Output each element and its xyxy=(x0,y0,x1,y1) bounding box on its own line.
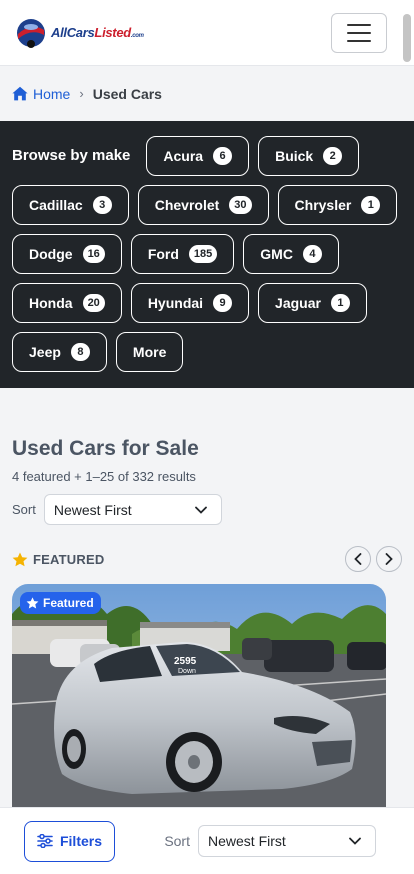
bottom-sort-select[interactable]: Newest First xyxy=(198,825,376,857)
make-filter-honda[interactable]: Honda 20 xyxy=(12,283,122,323)
more-makes-button[interactable]: More xyxy=(115,332,184,372)
make-label: Honda xyxy=(29,295,73,311)
chevron-down-icon xyxy=(349,837,361,845)
make-count-badge: 1 xyxy=(361,196,381,214)
results-count: 4 featured + 1–25 of 332 results xyxy=(12,469,196,484)
make-count-badge: 16 xyxy=(82,245,105,263)
make-label: Chevrolet xyxy=(154,197,220,213)
bottom-sort: Sort Newest First xyxy=(164,825,376,857)
make-count-badge: 3 xyxy=(92,196,112,214)
hamburger-menu-button[interactable] xyxy=(331,12,387,53)
chevron-left-icon xyxy=(354,553,362,565)
sort-select[interactable]: Newest First xyxy=(43,494,222,525)
browse-by-make-section: Browse by make Acura 6 Buick 2 Cadillac 3 C… xyxy=(0,121,414,388)
chevron-down-icon xyxy=(194,506,207,514)
sort-row: Sort Newest First xyxy=(12,494,402,525)
make-label: Dodge xyxy=(29,246,73,262)
make-filter-acura[interactable]: Acura 6 xyxy=(146,136,250,176)
make-filter-dodge[interactable]: Dodge 16 xyxy=(12,234,122,274)
make-label: Ford xyxy=(147,246,179,262)
make-filter-cadillac[interactable]: Cadillac 3 xyxy=(12,185,129,225)
make-count-badge: 20 xyxy=(82,294,105,312)
carousel-next-button[interactable] xyxy=(376,546,402,572)
menu-line xyxy=(347,31,371,34)
make-label: Jeep xyxy=(29,344,61,360)
featured-heading-label: FEATURED xyxy=(33,551,105,567)
make-label: Acura xyxy=(163,148,204,164)
chevron-right-icon xyxy=(385,553,393,565)
make-label: GMC xyxy=(260,246,293,262)
make-count-badge: 185 xyxy=(188,245,218,263)
site-logo[interactable]: AllCarsListed.com xyxy=(14,16,144,50)
logo-globe-icon xyxy=(17,18,45,48)
make-count-badge: 9 xyxy=(213,294,233,312)
browse-by-make-title: Browse by make xyxy=(12,147,131,164)
filters-button[interactable]: Filters xyxy=(24,820,115,862)
filters-label: Filters xyxy=(59,833,102,849)
breadcrumb-home-label: Home xyxy=(33,85,71,102)
breadcrumb-separator: › xyxy=(79,86,84,101)
windshield-down-text: Down xyxy=(178,668,196,675)
bottom-sort-label: Sort xyxy=(164,833,190,849)
featured-listing-card[interactable]: 2595 Down Featured xyxy=(12,584,386,824)
make-label: Cadillac xyxy=(29,197,83,213)
sliders-icon xyxy=(37,834,53,848)
carousel-nav xyxy=(345,546,402,572)
make-filter-jeep[interactable]: Jeep 8 xyxy=(12,332,107,372)
make-filter-ford[interactable]: Ford 185 xyxy=(130,234,235,274)
site-header: AllCarsListed.com xyxy=(0,0,414,66)
featured-badge-label: Featured xyxy=(43,596,94,610)
make-filter-hyundai[interactable]: Hyundai 9 xyxy=(130,283,250,323)
menu-line xyxy=(347,39,371,42)
make-filter-gmc[interactable]: GMC 4 xyxy=(243,234,339,274)
breadcrumb: Home › Used Cars xyxy=(0,66,414,121)
more-label: More xyxy=(132,344,167,360)
carousel-prev-button[interactable] xyxy=(345,546,371,572)
results-section: Used Cars for Sale 4 featured + 1–25 of … xyxy=(0,437,414,824)
windshield-price-text: 2595 xyxy=(174,656,197,667)
make-label: Buick xyxy=(275,148,314,164)
make-filter-buick[interactable]: Buick 2 xyxy=(258,136,360,176)
make-count-badge: 6 xyxy=(213,147,233,165)
sort-label: Sort xyxy=(12,502,36,517)
star-icon xyxy=(26,597,39,609)
car-photo: 2595 Down xyxy=(12,584,386,824)
breadcrumb-home-link[interactable]: Home xyxy=(12,86,70,102)
make-count-badge: 8 xyxy=(70,343,90,361)
bottom-sort-value: Newest First xyxy=(208,833,286,849)
menu-line xyxy=(347,23,371,26)
make-label: Jaguar xyxy=(275,295,321,311)
featured-heading: FEATURED xyxy=(12,552,104,567)
make-count-badge: 1 xyxy=(330,294,350,312)
make-count-badge: 2 xyxy=(323,147,343,165)
home-icon xyxy=(12,86,28,101)
make-count-badge: 30 xyxy=(229,196,252,214)
scrollbar-thumb[interactable] xyxy=(403,14,411,62)
breadcrumb-current: Used Cars xyxy=(92,85,162,102)
make-count-badge: 4 xyxy=(302,245,322,263)
make-filter-chrysler[interactable]: Chrysler 1 xyxy=(277,185,398,225)
make-filter-jaguar[interactable]: Jaguar 1 xyxy=(258,283,367,323)
sort-select-value: Newest First xyxy=(53,501,132,518)
featured-badge: Featured xyxy=(20,592,101,614)
logo-text: AllCarsListed.com xyxy=(51,25,144,40)
make-label: Hyundai xyxy=(147,295,204,311)
bottom-action-bar: Filters Sort Newest First xyxy=(0,807,414,874)
featured-header: FEATURED xyxy=(12,546,402,572)
page-title: Used Cars for Sale xyxy=(12,437,199,460)
make-label: Chrysler xyxy=(294,197,352,213)
star-icon xyxy=(12,552,28,566)
make-filter-chevrolet[interactable]: Chevrolet 30 xyxy=(137,185,269,225)
